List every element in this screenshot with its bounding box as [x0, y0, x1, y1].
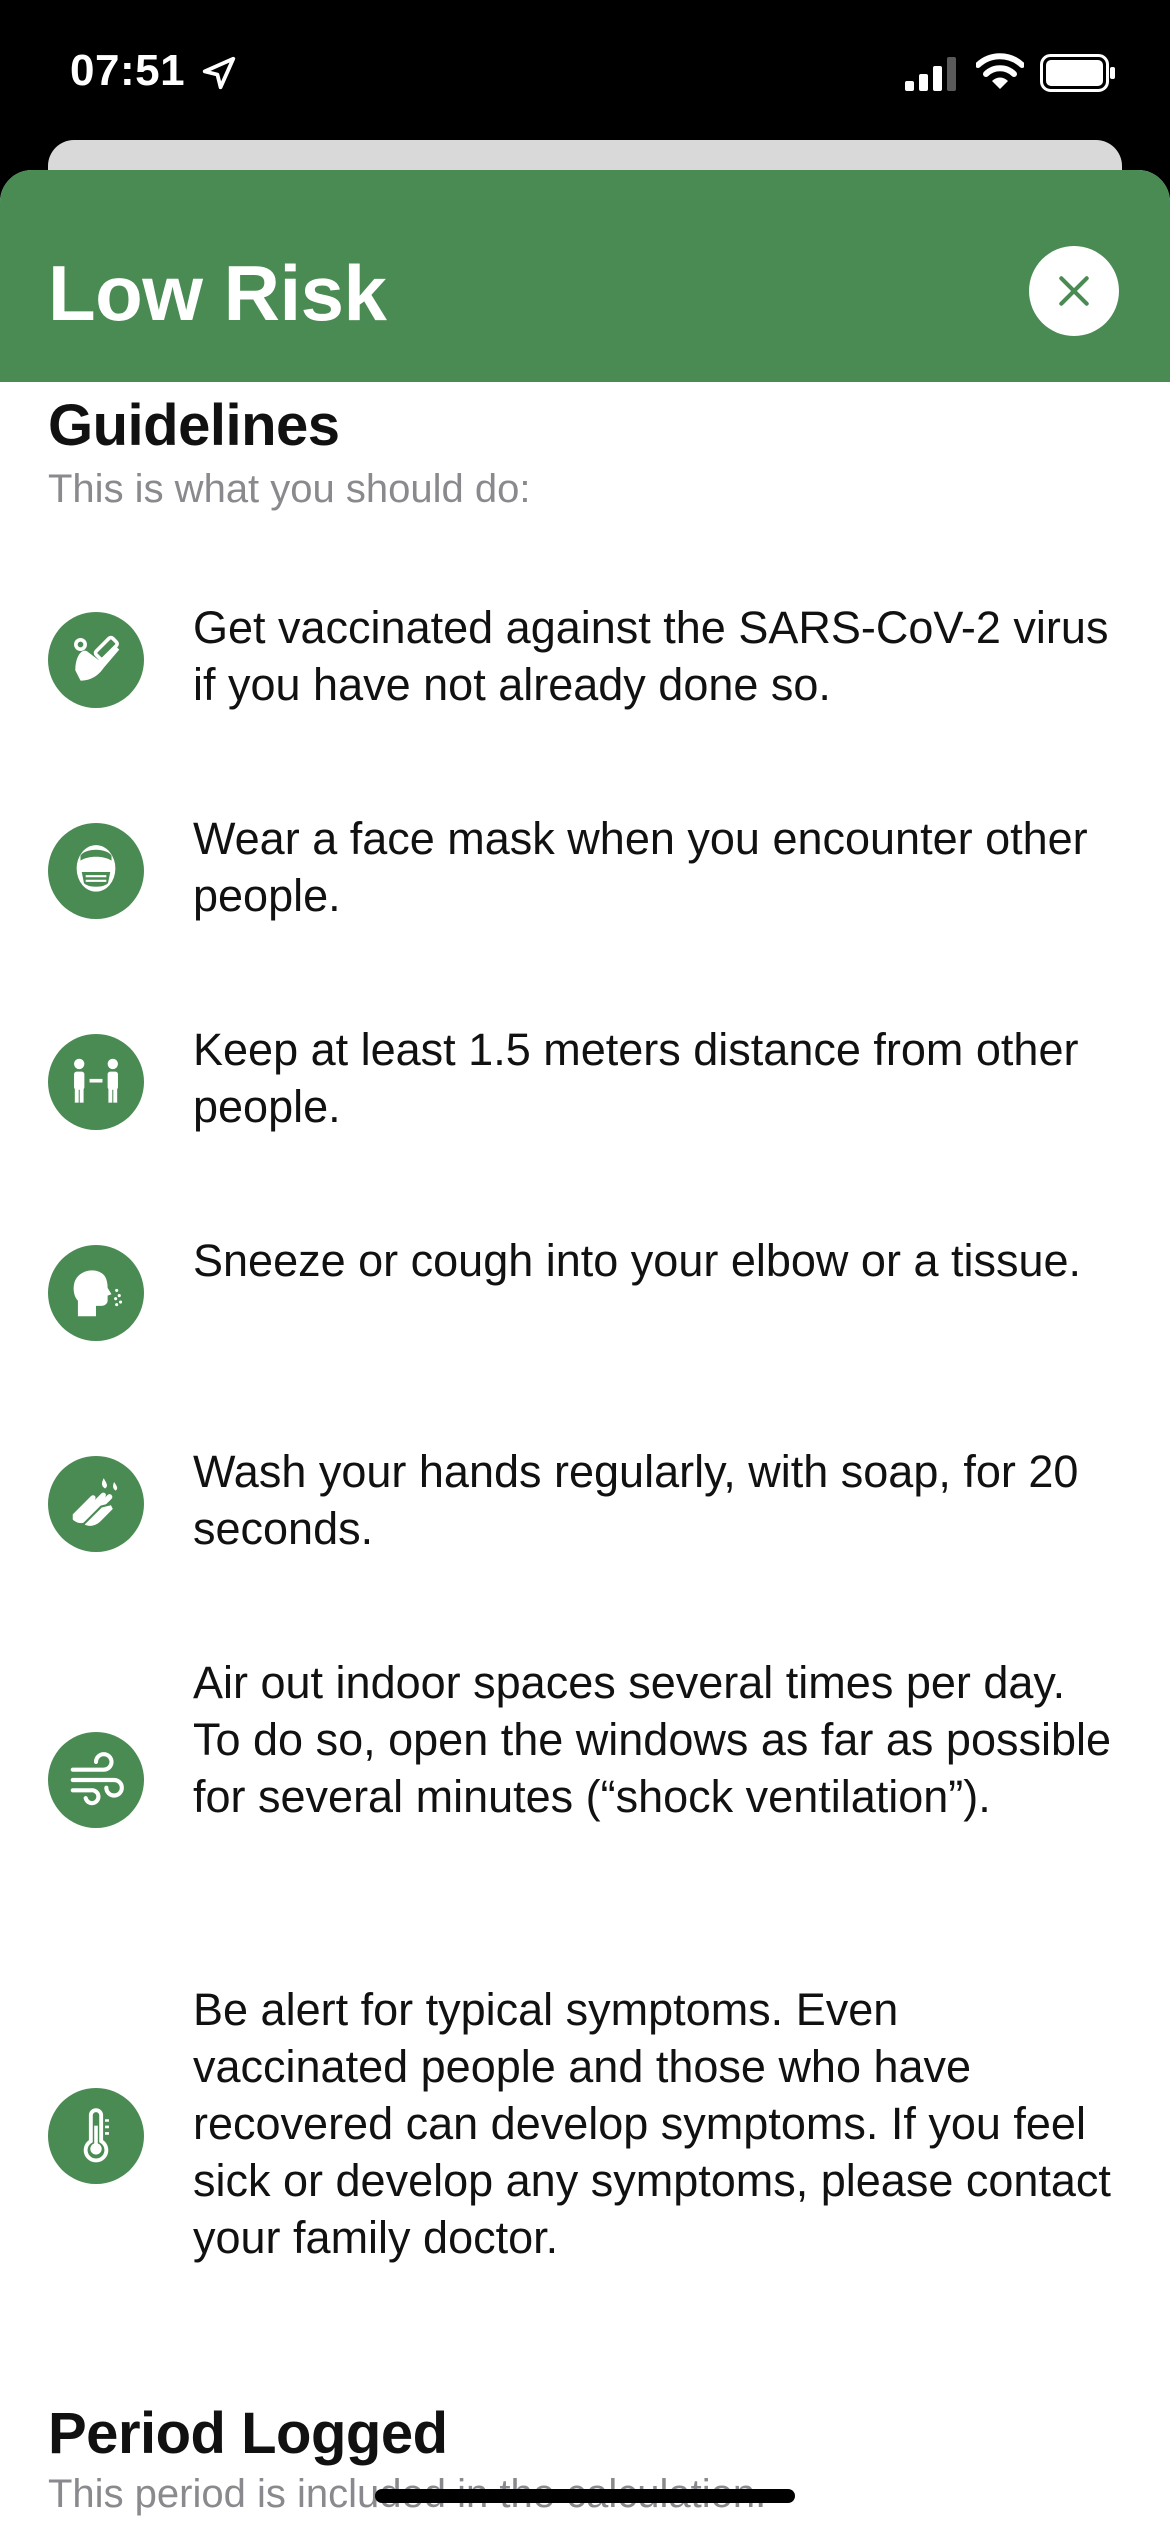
period-title: Period Logged: [48, 2401, 448, 2466]
close-icon: [1059, 276, 1089, 306]
guideline-text: Be alert for typical symptoms. Even vacc…: [193, 1984, 1111, 2263]
face-mask-icon: [48, 823, 144, 919]
location-arrow-icon: [202, 56, 236, 90]
status-time: 07:51: [70, 46, 186, 95]
risk-sheet: Low Risk Guidelines This is what you sho…: [0, 170, 1170, 2532]
distance-icon-glyph: [74, 1058, 118, 1103]
distance-icon: [48, 1034, 144, 1130]
vaccine-icon-glyph: [74, 635, 120, 681]
signal-icon: [905, 57, 956, 91]
thermometer-icon: [48, 2088, 144, 2184]
sneeze-icon-glyph: [73, 1270, 123, 1317]
guideline-text: Sneeze or cough into your elbow or a tis…: [193, 1235, 1082, 1286]
thermometer-icon-glyph: [83, 2108, 109, 2163]
home-indicator[interactable]: [375, 2489, 795, 2503]
status-bar: 07:51: [0, 0, 1170, 150]
guideline-text: Get vaccinated against the SARS-CoV-2 vi…: [193, 602, 1109, 710]
hand-wash-icon-glyph: [72, 1478, 118, 1528]
guidelines-subtitle: This is what you should do:: [48, 467, 531, 511]
guideline-text: Wash your hands regularly, with soap, fo…: [193, 1446, 1079, 1554]
sneeze-icon: [48, 1245, 144, 1341]
sheet-header: Low Risk: [0, 170, 1170, 382]
screen: 07:51 Low Risk Guidelines This is what y…: [0, 0, 1170, 2532]
face-mask-icon-glyph: [76, 845, 116, 892]
guideline-text: Wear a face mask when you encounter othe…: [193, 813, 1088, 921]
guideline-text: Keep at least 1.5 meters distance from o…: [193, 1024, 1079, 1132]
ventilation-icon-glyph: [70, 1752, 124, 1806]
sheet-title: Low Risk: [48, 249, 387, 337]
hand-wash-icon: [48, 1456, 144, 1552]
guidelines-title: Guidelines: [48, 393, 340, 458]
ventilation-icon: [48, 1732, 144, 1828]
wifi-icon: [976, 53, 1024, 89]
vaccine-icon: [48, 612, 144, 708]
close-button[interactable]: [1029, 246, 1119, 336]
guideline-text: Air out indoor spaces several times per …: [193, 1657, 1112, 1822]
battery-icon: [1040, 54, 1115, 92]
